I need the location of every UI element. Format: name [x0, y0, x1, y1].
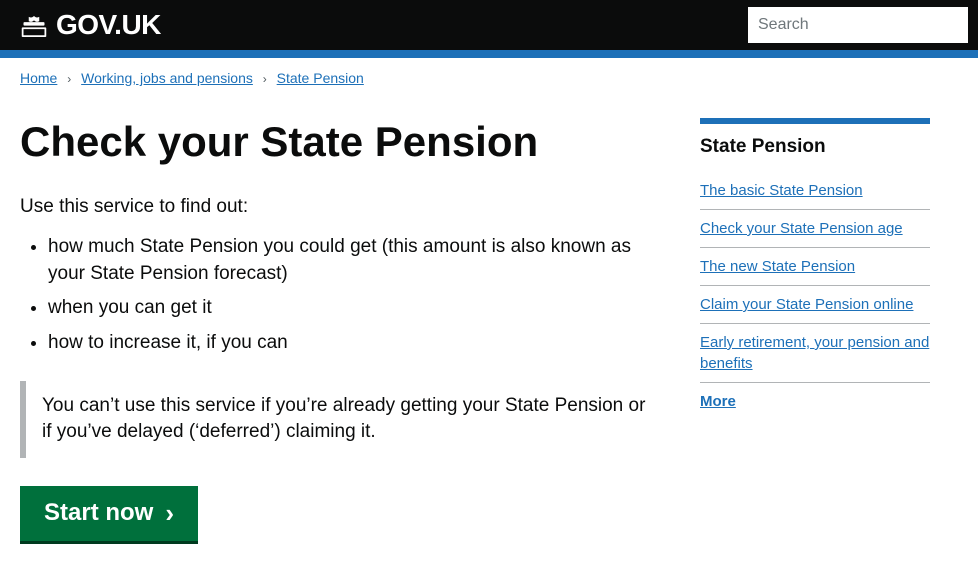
sidebar-nav: The basic State Pension Check your State… — [700, 172, 930, 383]
start-now-button[interactable]: Start now › — [20, 486, 198, 544]
start-button-label: Start now — [44, 499, 153, 527]
sidebar-link-claim[interactable]: Claim your State Pension online — [700, 286, 930, 323]
main-container: Check your State Pension Use this servic… — [0, 98, 978, 584]
breadcrumb-separator-2: › — [263, 72, 267, 86]
breadcrumb-working-jobs[interactable]: Working, jobs and pensions — [81, 70, 253, 86]
search-input[interactable] — [748, 7, 968, 43]
sidebar-item-early-retirement: Early retirement, your pension and benef… — [700, 324, 930, 383]
breadcrumb-state-pension[interactable]: State Pension — [277, 70, 364, 86]
site-header: GOV.UK — [0, 0, 978, 50]
search-container — [738, 0, 978, 50]
sidebar-item-basic: The basic State Pension — [700, 172, 930, 210]
site-name: GOV.UK — [56, 9, 161, 41]
warning-box: You can’t use this service if you’re alr… — [20, 381, 670, 458]
sidebar-link-new[interactable]: The new State Pension — [700, 248, 930, 285]
sidebar-more-link[interactable]: More — [700, 383, 930, 420]
breadcrumb: Home › Working, jobs and pensions › Stat… — [0, 58, 978, 98]
bullet-item-2: when you can get it — [48, 295, 670, 322]
sidebar-item-claim: Claim your State Pension online — [700, 286, 930, 324]
warning-text: You can’t use this service if you’re alr… — [42, 395, 645, 443]
start-arrow-icon: › — [165, 498, 174, 529]
breadcrumb-separator-1: › — [67, 72, 71, 86]
page-title: Check your State Pension — [20, 118, 670, 166]
bullet-list: how much State Pension you could get (th… — [20, 234, 670, 356]
bullet-item-1: how much State Pension you could get (th… — [48, 234, 670, 287]
sidebar-title: State Pension — [700, 136, 930, 158]
main-content: Check your State Pension Use this servic… — [20, 118, 700, 544]
breadcrumb-home[interactable]: Home — [20, 70, 57, 86]
sidebar-item-new: The new State Pension — [700, 248, 930, 286]
gov-uk-logo[interactable]: GOV.UK — [0, 0, 181, 50]
sidebar-item-age: Check your State Pension age — [700, 210, 930, 248]
crown-icon — [20, 14, 48, 36]
description-text: Use this service to find out: — [20, 196, 670, 218]
sidebar-link-basic[interactable]: The basic State Pension — [700, 172, 930, 209]
bullet-item-3: how to increase it, if you can — [48, 330, 670, 357]
sidebar-link-age[interactable]: Check your State Pension age — [700, 210, 930, 247]
sidebar-link-early-retirement[interactable]: Early retirement, your pension and benef… — [700, 324, 930, 382]
sidebar: State Pension The basic State Pension Ch… — [700, 118, 930, 544]
sidebar-accent-bar — [700, 118, 930, 124]
header-accent-bar — [0, 50, 978, 58]
